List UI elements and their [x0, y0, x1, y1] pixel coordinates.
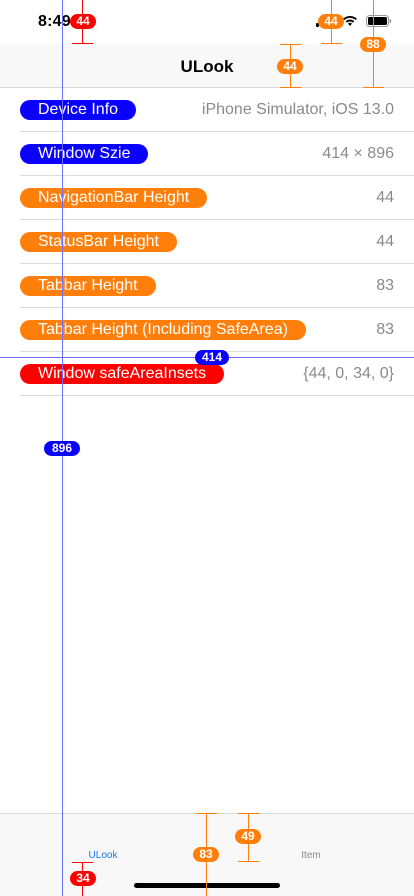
window-height-badge: 896: [44, 441, 80, 456]
tabbar-measure-cap: [196, 813, 217, 814]
row-label-badge: Tabbar Height: [20, 276, 156, 296]
navbar-height-badge: 44: [277, 59, 303, 74]
top-total-measure-cap: [363, 87, 384, 88]
row-label-badge: NavigationBar Height: [20, 188, 208, 208]
row-value: 83: [376, 277, 394, 294]
statusbar-right-measure-cap: [321, 43, 342, 44]
row-label-badge: Window safeAreaInsets: [20, 364, 225, 384]
safe-area-measure-cap: [72, 862, 93, 863]
row-value: 83: [376, 321, 394, 338]
battery-icon: [366, 14, 392, 32]
tabbar-content-cap-bottom: [238, 861, 259, 862]
statusbar-measure-cap: [72, 43, 93, 44]
row-value: 44: [376, 189, 394, 206]
home-indicator: [134, 883, 280, 888]
tabbar-content-badge: 49: [235, 829, 261, 844]
statusbar-height-badge: 44: [70, 14, 96, 29]
window-width-badge: 414: [195, 350, 229, 365]
status-time: 8:49: [38, 13, 71, 30]
row-label-badge: Window Szie: [20, 144, 149, 164]
row-value: iPhone Simulator, iOS 13.0: [201, 101, 394, 118]
row-value: 44: [376, 233, 394, 250]
statusbar-right-height-badge: 44: [318, 14, 344, 29]
navbar-measure-cap-top: [280, 44, 301, 45]
tab-item[interactable]: Item: [268, 850, 354, 861]
row-value: {44, 0, 34, 0}: [303, 365, 394, 382]
tab-ulook[interactable]: ULook: [60, 850, 146, 861]
safe-area-bottom-badge: 34: [70, 871, 96, 886]
top-total-badge: 88: [360, 37, 386, 52]
row-label-badge: StatusBar Height: [20, 232, 177, 252]
tabbar-content-cap-top: [238, 813, 259, 814]
row-value: 414 × 896: [322, 145, 394, 162]
wifi-icon: [342, 14, 358, 32]
tabbar-height-badge: 83: [193, 847, 219, 862]
navbar-measure-cap-bottom: [280, 87, 301, 88]
row-label-badge: Device Info: [20, 100, 137, 120]
